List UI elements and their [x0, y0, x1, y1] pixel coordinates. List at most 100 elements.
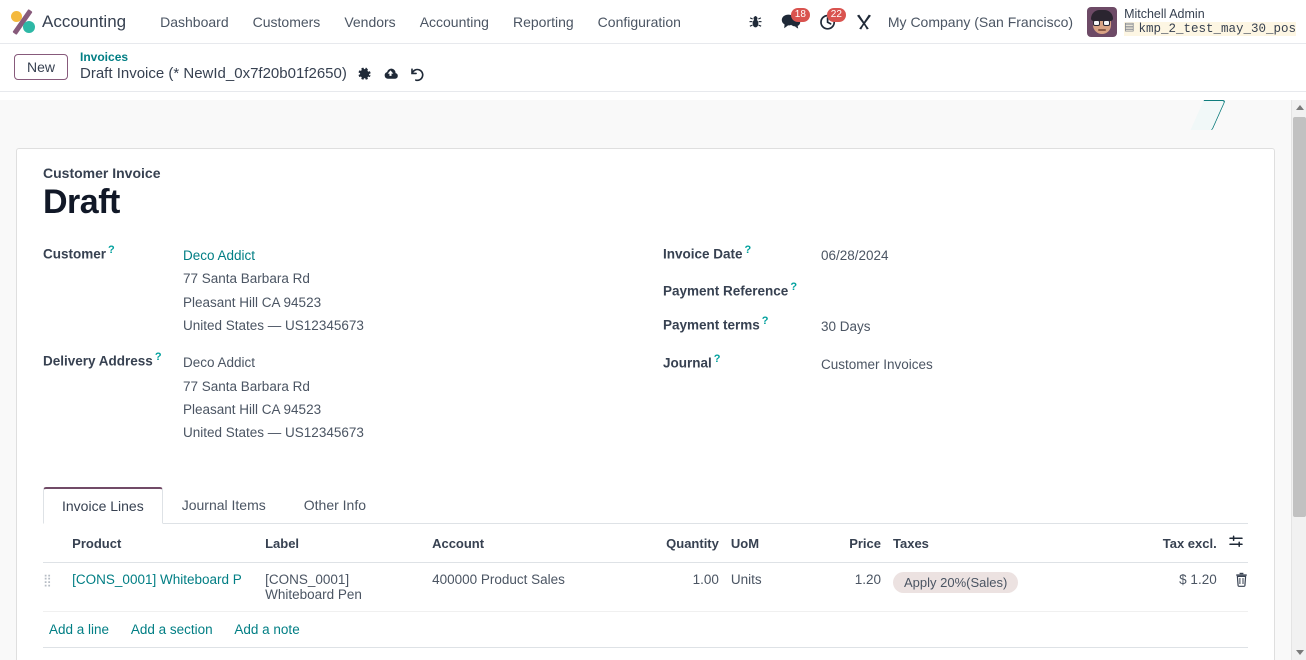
header-product[interactable]: Product	[66, 523, 260, 564]
table-row[interactable]: ⣿ [CONS_0001] Whiteboard P [CONS_0001] W…	[43, 562, 1248, 613]
breadcrumb-invoices-link[interactable]: Invoices	[80, 50, 425, 65]
cell-product[interactable]: [CONS_0001] Whiteboard P	[66, 562, 260, 613]
bug-icon[interactable]	[739, 14, 772, 30]
scroll-up-arrow[interactable]	[1292, 100, 1306, 115]
wrench-icon[interactable]	[846, 13, 882, 31]
status-badge[interactable]: Apply 20%(Sales)	[893, 572, 1019, 594]
notebook-tabs: Invoice Lines Journal Items Other Info	[43, 486, 1248, 524]
field-payment-reference-label: Payment Reference?	[663, 281, 798, 299]
header-account[interactable]: Account	[426, 523, 648, 564]
table-header-row: Product Label Account Quantity UoM Price…	[43, 523, 1248, 564]
notebook: Invoice Lines Journal Items Other Info P…	[43, 486, 1248, 649]
tab-invoice-lines[interactable]: Invoice Lines	[43, 486, 163, 524]
field-delivery-address-label: Delivery Address?	[43, 351, 162, 369]
row-drag-handle-cell: ⣿	[43, 562, 67, 613]
add-a-section-link[interactable]: Add a section	[131, 622, 213, 637]
user-name: Mitchell Admin	[1124, 7, 1205, 22]
cell-uom[interactable]: Units	[724, 562, 813, 613]
tab-other-info[interactable]: Other Info	[285, 487, 385, 524]
field-payment-reference-row: Payment Reference?	[663, 281, 1248, 301]
activities-count-badge: 22	[826, 7, 846, 22]
tab-journal-items[interactable]: Journal Items	[163, 487, 285, 524]
drag-handle-icon[interactable]: ⣿	[43, 573, 52, 587]
header-tax-excl[interactable]: Tax excl.	[1119, 523, 1223, 564]
menu-customers[interactable]: Customers	[241, 8, 333, 36]
help-icon[interactable]: ?	[714, 353, 721, 365]
database-name: ▤ kmp_2_test_may_30_pos	[1124, 21, 1296, 36]
field-customer-label: Customer?	[43, 244, 115, 262]
cell-price[interactable]: 1.20	[812, 562, 888, 613]
help-icon[interactable]: ?	[762, 315, 769, 327]
clock-icon[interactable]: 22	[810, 7, 846, 31]
product-link[interactable]: [CONS_0001] Whiteboard P	[72, 572, 253, 587]
field-payment-terms-row: Payment terms? 30 Days	[663, 315, 1248, 338]
help-icon[interactable]: ?	[790, 281, 797, 293]
field-delivery-address-value[interactable]: Deco Addict 77 Santa Barbara Rd Pleasant…	[183, 351, 364, 444]
left-field-column: Customer? Deco Addict 77 Santa Barbara R…	[43, 244, 663, 459]
gear-icon[interactable]	[357, 67, 372, 82]
field-invoice-date-row: Invoice Date? 06/28/2024	[663, 244, 1248, 267]
navbar-right-tools: 18 22 My Company (San Francisco) Mitchel…	[739, 6, 1296, 37]
header-uom[interactable]: UoM	[724, 523, 813, 564]
field-customer-row: Customer? Deco Addict 77 Santa Barbara R…	[43, 244, 663, 337]
cell-delete[interactable]	[1222, 562, 1248, 613]
menu-accounting[interactable]: Accounting	[408, 8, 501, 36]
invoice-form-sheet: Customer Invoice Draft Customer? Deco Ad…	[16, 148, 1275, 660]
menu-dashboard[interactable]: Dashboard	[148, 8, 241, 36]
field-invoice-date-value[interactable]: 06/28/2024	[821, 244, 889, 267]
field-journal-row: Journal? Customer Invoices	[663, 353, 1248, 376]
header-options[interactable]	[1222, 523, 1248, 564]
add-a-line-link[interactable]: Add a line	[49, 622, 109, 637]
chat-bubble-icon[interactable]: 18	[772, 8, 810, 30]
field-delivery-address-row: Delivery Address? Deco Addict 77 Santa B…	[43, 351, 663, 444]
main-menu: Dashboard Customers Vendors Accounting R…	[148, 8, 693, 36]
company-selector[interactable]: My Company (San Francisco)	[882, 14, 1083, 30]
menu-configuration[interactable]: Configuration	[586, 8, 693, 36]
header-drag	[43, 523, 67, 564]
top-navbar: Accounting Dashboard Customers Vendors A…	[0, 0, 1306, 44]
invoice-lines-table: Product Label Account Quantity UoM Price…	[43, 523, 1248, 649]
header-label[interactable]: Label	[259, 523, 427, 564]
scrollbar-thumb[interactable]	[1293, 117, 1306, 517]
cell-label[interactable]: [CONS_0001] Whiteboard Pen	[259, 562, 427, 613]
undo-icon[interactable]	[409, 67, 425, 82]
column-options-icon[interactable]	[1228, 535, 1244, 551]
header-price[interactable]: Price	[812, 523, 888, 564]
cell-account[interactable]: 400000 Product Sales	[426, 562, 648, 613]
menu-vendors[interactable]: Vendors	[332, 8, 407, 36]
new-button[interactable]: New	[14, 53, 69, 80]
help-icon[interactable]: ?	[745, 244, 752, 256]
header-quantity[interactable]: Quantity	[647, 523, 725, 564]
document-subtitle: Customer Invoice	[43, 165, 161, 181]
form-scroll-area: Customer Invoice Draft Customer? Deco Ad…	[0, 100, 1291, 660]
scroll-down-arrow[interactable]	[1292, 645, 1306, 660]
help-icon[interactable]: ?	[155, 351, 162, 363]
header-taxes[interactable]: Taxes	[887, 523, 1120, 564]
control-panel: New Invoices Draft Invoice (* NewId_0x7f…	[0, 44, 1306, 92]
field-customer-value[interactable]: Deco Addict 77 Santa Barbara Rd Pleasant…	[183, 244, 364, 337]
database-icon: ▤	[1124, 22, 1135, 35]
field-journal-value[interactable]: Customer Invoices	[821, 353, 933, 376]
form-fields-grid: Customer? Deco Addict 77 Santa Barbara R…	[43, 244, 1248, 459]
page-title: Draft	[43, 183, 120, 221]
field-payment-terms-value[interactable]: 30 Days	[821, 315, 871, 338]
breadcrumb: Invoices Draft Invoice (* NewId_0x7f20b0…	[80, 50, 425, 84]
cell-quantity[interactable]: 1.00	[647, 562, 725, 613]
cloud-upload-icon[interactable]	[382, 67, 399, 81]
help-icon[interactable]: ?	[108, 244, 115, 256]
app-brand-name[interactable]: Accounting	[42, 12, 126, 32]
add-links-cell: Add a line Add a section Add a note	[43, 611, 1248, 649]
trash-icon[interactable]	[1235, 573, 1248, 590]
user-avatar	[1087, 6, 1118, 37]
user-menu[interactable]: Mitchell Admin ▤ kmp_2_test_may_30_pos	[1083, 6, 1296, 37]
menu-reporting[interactable]: Reporting	[501, 8, 586, 36]
odoo-app-window: Accounting Dashboard Customers Vendors A…	[0, 0, 1306, 660]
cell-tax-excl: $ 1.20	[1119, 562, 1223, 613]
field-payment-terms-label: Payment terms?	[663, 315, 769, 333]
odoo-logo-icon[interactable]	[8, 7, 38, 37]
vertical-scrollbar[interactable]	[1291, 100, 1306, 660]
add-a-note-link[interactable]: Add a note	[234, 622, 299, 637]
add-links-row: Add a line Add a section Add a note	[43, 611, 1248, 649]
database-label: kmp_2_test_may_30_pos	[1138, 21, 1296, 36]
cell-taxes[interactable]: Apply 20%(Sales)	[887, 562, 1120, 613]
